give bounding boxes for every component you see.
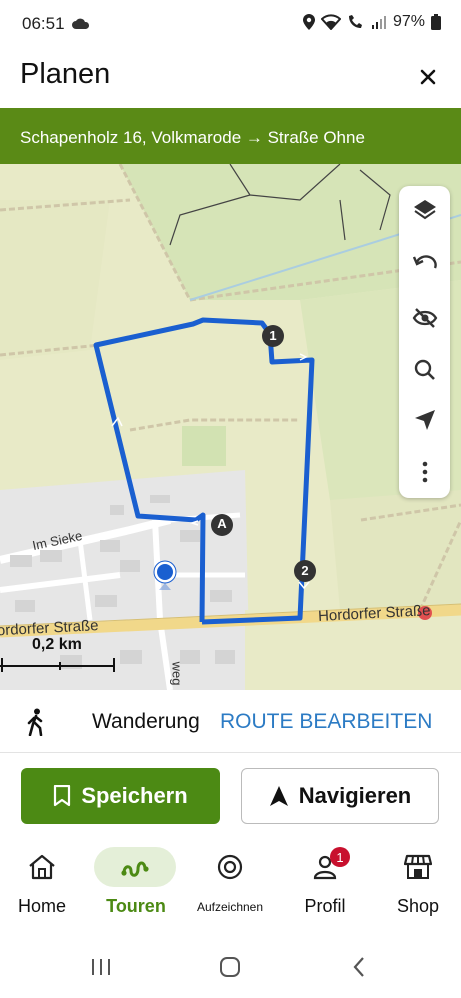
bookmark-icon: [54, 785, 71, 807]
home-system-button[interactable]: [215, 955, 245, 979]
record-icon: [217, 854, 243, 880]
route-marker-a[interactable]: A: [212, 516, 232, 531]
route-summary-banner[interactable]: Schapenholz 16, Volkmarode → Straße Ohne: [0, 108, 461, 164]
navigate-button[interactable]: Navigieren: [241, 768, 439, 824]
call-icon: [348, 15, 362, 28]
nav-label-shop: Shop: [396, 896, 440, 916]
more-vertical-icon: [422, 461, 427, 483]
save-label: Speichern: [81, 783, 188, 808]
hide-overlay-button[interactable]: [399, 296, 450, 340]
nav-item-touren[interactable]: Touren: [90, 843, 182, 933]
navigation-arrow-icon: [414, 410, 435, 430]
page-title: Planen: [20, 58, 111, 90]
wifi-icon: [320, 14, 341, 30]
system-navigation-bar: [0, 933, 461, 998]
map-view[interactable]: A 1 2 Im Sieke Hordorfer Straße Hordorfe…: [0, 164, 461, 690]
cloud-icon: [72, 18, 90, 29]
nav-item-aufzeichnen[interactable]: Aufzeichnen: [184, 843, 276, 933]
home-icon: [29, 854, 55, 880]
header: Planen: [0, 48, 461, 108]
back-button[interactable]: [344, 955, 374, 979]
search-icon: [414, 359, 435, 380]
battery-percent: 97%: [392, 13, 425, 30]
route-squiggle-icon: [121, 861, 149, 877]
locate-button[interactable]: [399, 398, 450, 442]
activity-row: Wanderung ROUTE BEARBEITEN: [0, 690, 461, 752]
divider: [0, 752, 461, 753]
route-marker-2[interactable]: 2: [295, 563, 315, 578]
layers-icon: [413, 200, 436, 220]
undo-icon: [412, 255, 437, 269]
status-icons: 97%: [302, 13, 441, 31]
navigate-arrow-icon: [269, 786, 288, 806]
layers-button[interactable]: [399, 188, 450, 232]
eye-off-icon: [412, 308, 437, 328]
map-scale-bar: 0,2 km: [0, 634, 140, 674]
recents-button[interactable]: [86, 955, 116, 979]
close-icon: [420, 69, 436, 85]
signal-icon: [371, 16, 386, 29]
more-options-button[interactable]: [399, 450, 450, 494]
recents-icon: [92, 959, 110, 975]
save-button[interactable]: Speichern: [21, 768, 220, 824]
back-chevron-icon: [353, 957, 364, 977]
scale-ruler: [0, 658, 115, 672]
street-label-weg: weg: [169, 661, 185, 686]
activity-type[interactable]: Wanderung: [92, 710, 200, 734]
nav-label-home: Home: [17, 896, 66, 916]
status-time: 06:51: [22, 14, 65, 33]
navigate-label: Navigieren: [298, 783, 412, 808]
notification-badge: 1: [330, 847, 350, 867]
close-button[interactable]: [413, 62, 443, 92]
status-bar: 06:51 97%: [0, 0, 461, 48]
nav-item-shop[interactable]: Shop: [372, 843, 461, 933]
map-toolbar: [399, 186, 450, 498]
nav-label-aufzeichnen: Aufzeichnen: [196, 900, 264, 914]
edit-route-link[interactable]: ROUTE BEARBEITEN: [220, 710, 432, 734]
nav-item-home[interactable]: Home: [0, 843, 88, 933]
nav-label-profil: Profil: [304, 896, 346, 916]
search-button[interactable]: [399, 348, 450, 392]
undo-button[interactable]: [399, 242, 450, 286]
location-icon: [302, 14, 315, 30]
nav-label-touren: Touren: [106, 896, 166, 916]
nav-item-profil[interactable]: 1 Profil: [279, 843, 371, 933]
shop-icon: [404, 854, 432, 879]
hiking-icon: [27, 708, 43, 736]
route-marker-1[interactable]: 1: [263, 328, 283, 343]
scale-label: 0,2 km: [32, 636, 82, 653]
home-circle-icon: [220, 957, 240, 977]
bottom-navigation: Home Touren Aufzeichnen 1 Profil Shop: [0, 843, 461, 933]
battery-icon: [431, 14, 441, 30]
